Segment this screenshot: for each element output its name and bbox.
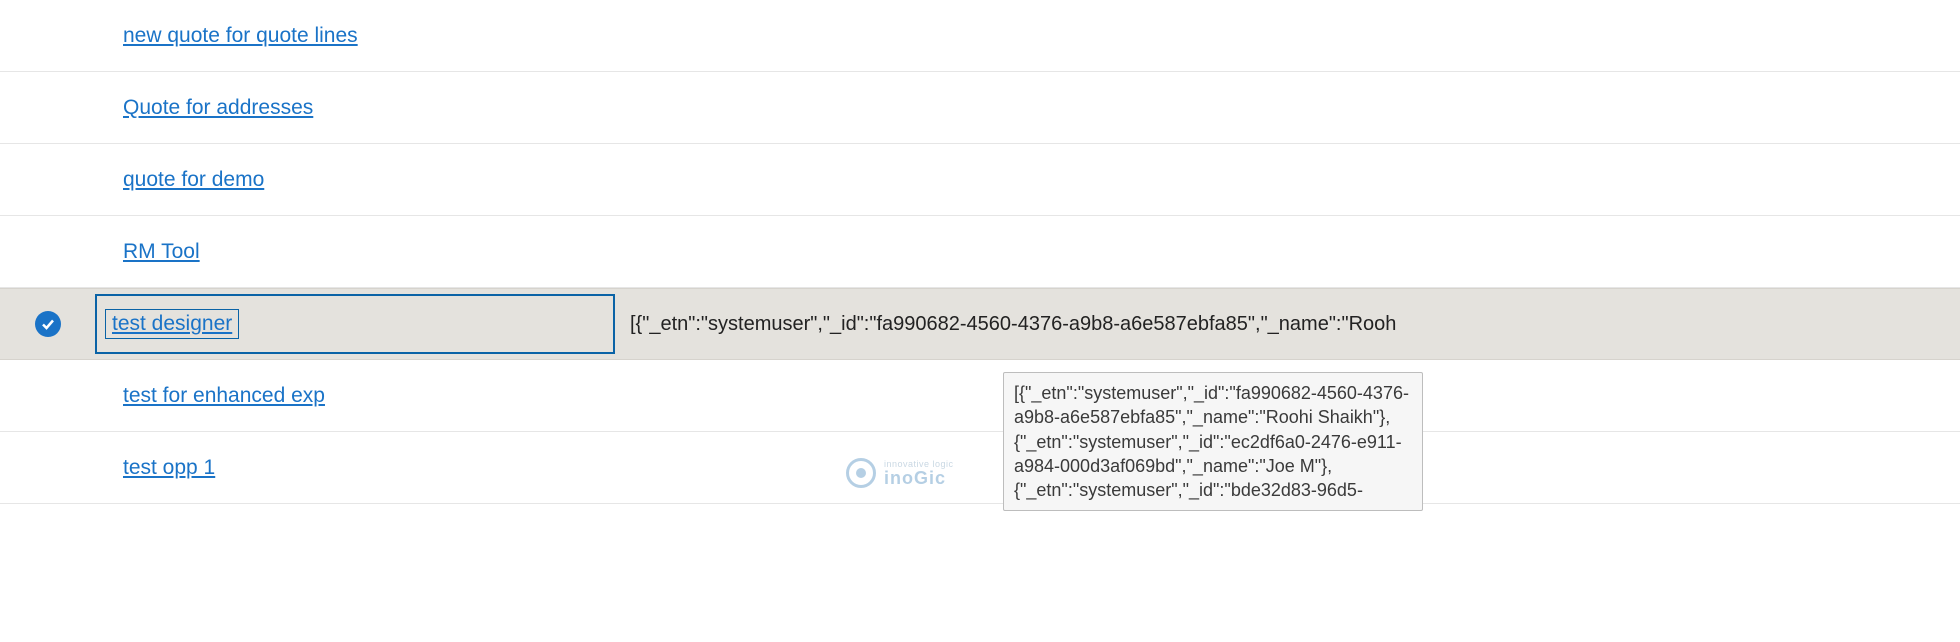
name-cell: RM Tool [95,240,630,264]
data-grid: new quote for quote lines Quote for addr… [0,0,1960,504]
row-selector[interactable] [0,311,95,337]
tooltip: [{"_etn":"systemuser","_id":"fa990682-45… [1003,372,1423,511]
record-link[interactable]: test designer [112,312,232,335]
table-row[interactable]: Quote for addresses [0,72,1960,144]
record-link[interactable]: RM Tool [123,240,200,264]
name-cell: quote for demo [95,168,630,192]
name-cell-focused: test designer [95,294,630,354]
table-row[interactable]: test for enhanced exp [0,360,1960,432]
table-row[interactable]: test opp 1 [0,432,1960,504]
value-cell: [{"_etn":"systemuser","_id":"fa990682-45… [630,313,1960,336]
record-link[interactable]: new quote for quote lines [123,24,358,48]
table-row-selected[interactable]: test designer [{"_etn":"systemuser","_id… [0,288,1960,360]
focus-ring-inner: test designer [105,309,239,339]
name-cell: Quote for addresses [95,96,630,120]
tooltip-line: [{"_etn":"systemuser","_id":"fa990682-45… [1014,381,1412,430]
table-row[interactable]: new quote for quote lines [0,0,1960,72]
checkmark-icon [35,311,61,337]
record-link[interactable]: quote for demo [123,168,264,192]
focus-ring-outer: test designer [95,294,615,354]
tooltip-line: {"_etn":"systemuser","_id":"ec2df6a0-247… [1014,430,1412,479]
record-link[interactable]: Quote for addresses [123,96,313,120]
table-row[interactable]: quote for demo [0,144,1960,216]
record-link[interactable]: test for enhanced exp [123,384,325,408]
tooltip-line: {"_etn":"systemuser","_id":"bde32d83-96d… [1014,478,1412,502]
name-cell: test for enhanced exp [95,384,630,408]
table-row[interactable]: RM Tool [0,216,1960,288]
record-link[interactable]: test opp 1 [123,456,215,480]
name-cell: test opp 1 [95,456,630,480]
name-cell: new quote for quote lines [95,24,630,48]
